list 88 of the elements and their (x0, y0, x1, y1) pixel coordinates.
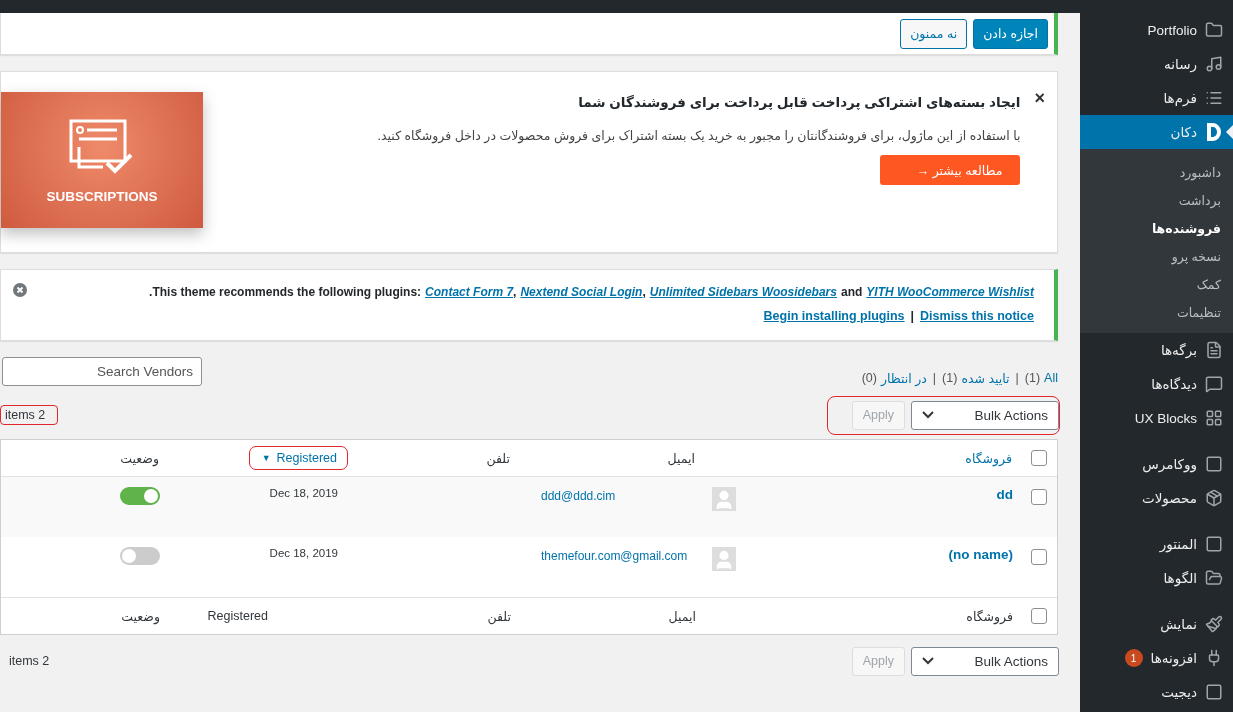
pages-icon (1205, 341, 1223, 359)
allow-button[interactable]: اجازه دادن (973, 18, 1048, 49)
bulk-actions-select[interactable]: Bulk Actions (911, 400, 1059, 430)
submenu-item[interactable]: تنظیمات (1080, 298, 1233, 326)
menu-item[interactable]: دیدگاه‌ها (1080, 367, 1233, 401)
search-field[interactable]: Search Vendors (2, 357, 202, 386)
row-checkbox[interactable] (1031, 549, 1047, 565)
count-text: (1) (1024, 371, 1041, 386)
menu-item[interactable]: دکان (1080, 115, 1233, 149)
menu-item[interactable]: رسانه (1080, 47, 1233, 81)
menu-item[interactable]: الگوها (1080, 561, 1233, 595)
select-all-checkbox[interactable] (1031, 608, 1047, 624)
menu-item[interactable]: Portfolio (1080, 13, 1233, 47)
d-logo-icon (1205, 122, 1223, 142)
music-icon (1205, 55, 1223, 73)
column-footer: وضعیت (121, 608, 160, 624)
square-icon (1205, 455, 1223, 473)
menu-item[interactable]: محصولات (1080, 481, 1233, 515)
column-footer: ایمیل (668, 608, 696, 624)
submenu-item[interactable]: داشبورد (1080, 158, 1233, 186)
bulk-actions-select[interactable]: Bulk Actions (911, 646, 1059, 676)
connector-text: , (642, 285, 646, 299)
store-name-link[interactable]: (no name) (744, 547, 1013, 562)
menu-item[interactable]: فرم‌ها (1080, 81, 1233, 115)
plugin-link[interactable]: YITH WooCommerce Wishlist (866, 285, 1034, 299)
submenu-item[interactable]: برداشت (1080, 186, 1233, 214)
decline-button[interactable]: نه ممنون (900, 18, 968, 49)
close-button[interactable]: × (1034, 88, 1045, 109)
column-header[interactable]: Registered ▼ (248, 446, 348, 470)
chevron-down-icon (922, 411, 934, 419)
items-count: items 2 (8, 653, 51, 670)
submenu-item[interactable]: کمک (1080, 270, 1233, 298)
dismiss-link[interactable]: Begin installing plugins (763, 309, 905, 323)
registered-date: Dec 18, 2019 (269, 547, 338, 559)
status-toggle[interactable] (120, 547, 160, 565)
brush-icon (1205, 615, 1223, 633)
count-badge: 1 (1124, 649, 1143, 667)
submenu-item[interactable]: فروشنده‌ها (1080, 214, 1233, 242)
menu-item[interactable]: المنتور (1080, 527, 1233, 561)
menu-item[interactable]: دیجیت (1080, 675, 1233, 709)
speech-bubble-icon (1205, 375, 1223, 393)
plugin-link[interactable]: Contact Form 7 (425, 285, 514, 299)
chevron-down-icon (922, 657, 934, 665)
row-checkbox[interactable] (1031, 489, 1047, 505)
menu-pointer-icon (1226, 125, 1233, 139)
box-icon (1205, 489, 1223, 507)
column-footer: فروشگاه (966, 608, 1013, 624)
menu-item[interactable]: ووکامرس (1080, 447, 1233, 481)
count-text: (1) (942, 371, 958, 386)
menu-item[interactable]: UX Blocks (1080, 401, 1233, 435)
status-toggle[interactable] (120, 487, 160, 505)
banner-title: SUBSCRIPTIONS (46, 188, 158, 204)
plugins-intro-text: .This theme recommends the following plugins: (149, 285, 422, 299)
count-text: (0) (861, 371, 877, 386)
column-header[interactable]: ایمیل (654, 445, 706, 471)
column-footer: تلفن (487, 608, 511, 624)
column-header[interactable]: وضعیت (107, 445, 170, 471)
avatar-icon (712, 487, 736, 511)
items-count: items 2 (0, 405, 59, 425)
separator-text: | (932, 371, 937, 386)
filter-link[interactable]: در انتظار (880, 371, 927, 386)
submenu-item[interactable]: نسخه پرو (1080, 242, 1233, 270)
filter-link[interactable]: All (1044, 371, 1058, 386)
menu-item[interactable]: نمایش (1080, 607, 1233, 641)
separator-text: | (1015, 371, 1019, 386)
notice-title: ایجاد بسته‌های اشتراکی پرداخت قابل پرداخت برای فروشندگان شما (578, 94, 1021, 110)
select-all-checkbox[interactable] (1031, 450, 1047, 466)
column-header[interactable]: تلفن (473, 445, 521, 471)
grid-icon (1205, 409, 1223, 427)
folder-icon (1205, 21, 1223, 39)
notice-text: با استفاده از این ماژول، برای فروشندگانتان را مجبور به خرید یک بسته اشتراک برای فروش محصولات در داخل فروشگاه کنید. (377, 128, 1021, 143)
registered-date: Dec 18, 2019 (269, 487, 338, 499)
column-header[interactable]: فروشگاه (952, 445, 1023, 471)
dismiss-icon[interactable] (13, 283, 27, 297)
install-plugins-link[interactable]: Dismiss this notice (920, 309, 1034, 323)
square-icon (1205, 683, 1223, 701)
filter-link[interactable]: تایید شده (961, 371, 1010, 386)
column-footer: Registered (207, 609, 338, 623)
avatar-icon (712, 547, 736, 571)
square-icon (1205, 535, 1223, 553)
list-icon (1205, 89, 1223, 107)
connector-text: , (513, 285, 517, 299)
menu-item[interactable]: برگه‌ها (1080, 333, 1233, 367)
separator-text: | (910, 309, 915, 323)
folder-icon (1205, 569, 1223, 587)
plugin-link[interactable]: Unlimited Sidebars Woosidebars (649, 285, 837, 299)
connector-text: and (840, 285, 863, 299)
email-link[interactable]: themefour.com@gmail.com (541, 547, 696, 567)
